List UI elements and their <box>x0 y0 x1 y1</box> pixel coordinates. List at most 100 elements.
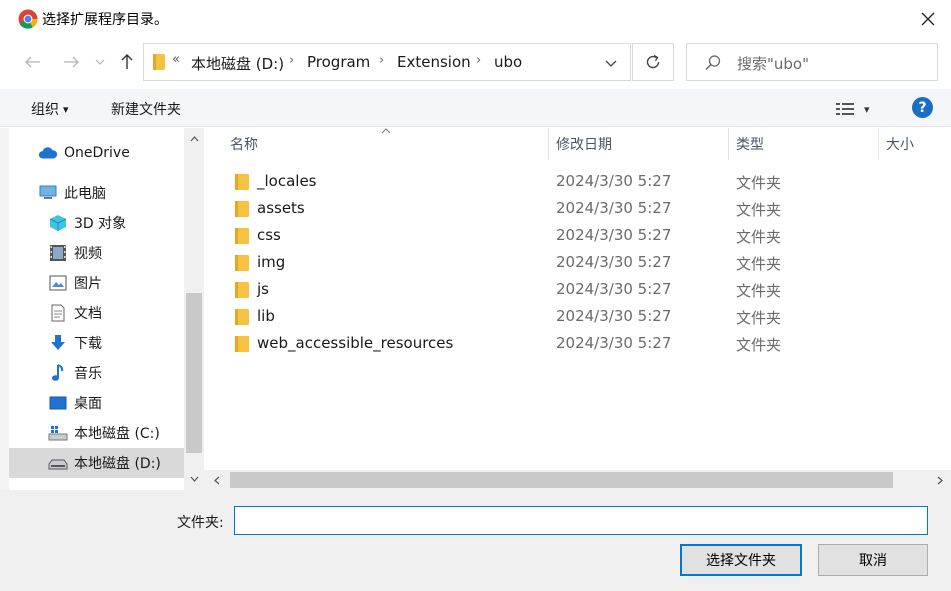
scroll-up-button[interactable] <box>184 130 204 148</box>
desktop-icon <box>48 393 68 413</box>
folder-icon <box>235 255 249 271</box>
sidebar-item-videos[interactable]: 视频 <box>9 238 184 268</box>
computer-icon <box>38 183 58 203</box>
file-type: 文件夹 <box>736 228 782 246</box>
dialog-footer: 文件夹: 选择文件夹 取消 <box>0 490 951 591</box>
chrome-icon <box>18 9 38 29</box>
column-header-type[interactable]: 类型 <box>736 128 764 160</box>
breadcrumb-ubo[interactable]: ubo <box>494 53 522 71</box>
scroll-right-button[interactable] <box>931 470 949 490</box>
file-name: lib <box>257 307 275 325</box>
file-type: 文件夹 <box>736 201 782 219</box>
new-folder-button[interactable]: 新建文件夹 <box>111 99 181 119</box>
refresh-button[interactable] <box>632 43 674 81</box>
table-row[interactable]: img 2024/3/30 5:27 文件夹 <box>224 250 781 277</box>
sidebar-item-music[interactable]: 音乐 <box>9 358 184 388</box>
organize-button[interactable]: 组织 ▾ <box>31 99 69 119</box>
file-list: 名称 修改日期 类型 大小 _locales 2024/3/30 5:27 文件… <box>204 128 951 490</box>
table-row[interactable]: css 2024/3/30 5:27 文件夹 <box>224 223 781 250</box>
close-button[interactable] <box>905 2 951 36</box>
file-type: 文件夹 <box>736 255 782 273</box>
select-folder-button[interactable]: 选择文件夹 <box>680 544 802 576</box>
sidebar-item-pictures[interactable]: 图片 <box>9 268 184 298</box>
column-header-name[interactable]: 名称 <box>230 128 258 160</box>
folder-icon <box>153 54 165 70</box>
breadcrumb-extension[interactable]: Extension <box>397 53 471 71</box>
file-type: 文件夹 <box>736 282 782 300</box>
file-modified: 2024/3/30 5:27 <box>556 172 672 190</box>
chevron-right-icon <box>937 476 943 484</box>
table-row[interactable]: lib 2024/3/30 5:27 文件夹 <box>224 304 781 331</box>
address-dropdown-button[interactable] <box>602 54 620 72</box>
file-type: 文件夹 <box>736 336 782 354</box>
breadcrumb-separator[interactable]: › <box>379 53 384 68</box>
view-options-button[interactable]: ▾ <box>836 99 876 119</box>
music-icon <box>48 363 68 383</box>
back-button[interactable] <box>20 46 46 78</box>
table-row[interactable]: web_accessible_resources 2024/3/30 5:27 … <box>224 331 781 358</box>
sidebar-item-onedrive[interactable]: OneDrive <box>9 138 184 168</box>
document-icon <box>48 303 68 323</box>
drive-d-icon <box>48 453 68 473</box>
sidebar-item-label: 本地磁盘 (C:) <box>74 426 160 442</box>
breadcrumb-drive-d[interactable]: 本地磁盘 (D:) <box>191 53 284 74</box>
title-bar: 选择扩展程序目录。 <box>0 0 951 38</box>
sidebar-item-desktop[interactable]: 桌面 <box>9 388 184 418</box>
scroll-thumb[interactable] <box>186 293 202 453</box>
column-divider[interactable] <box>878 128 879 160</box>
sidebar-item-downloads[interactable]: 下载 <box>9 328 184 358</box>
chevron-down-icon <box>190 476 198 482</box>
table-row[interactable]: assets 2024/3/30 5:27 文件夹 <box>224 196 781 223</box>
breadcrumb-separator[interactable]: › <box>476 53 481 68</box>
column-header-modified[interactable]: 修改日期 <box>556 128 612 160</box>
sidebar-item-label: 音乐 <box>74 366 102 382</box>
sidebar-item-label: 图片 <box>74 276 102 292</box>
up-button[interactable] <box>115 46 139 78</box>
address-overflow[interactable]: « <box>172 52 180 67</box>
sidebar-item-3d-objects[interactable]: 3D 对象 <box>9 208 184 238</box>
file-modified: 2024/3/30 5:27 <box>556 334 672 352</box>
folder-name-input[interactable] <box>234 506 928 535</box>
address-bar[interactable]: « 本地磁盘 (D:) › Program › Extension › ubo <box>143 43 631 81</box>
file-name: assets <box>257 199 305 217</box>
column-header-size[interactable]: 大小 <box>886 128 914 160</box>
sidebar-item-documents[interactable]: 文档 <box>9 298 184 328</box>
picture-icon <box>48 273 68 293</box>
sidebar-item-this-pc[interactable]: 此电脑 <box>9 178 184 208</box>
file-name: css <box>257 226 281 244</box>
caret-down-icon: ▾ <box>864 102 870 116</box>
horizontal-scrollbar[interactable] <box>204 470 951 490</box>
file-type: 文件夹 <box>736 309 782 327</box>
cancel-button[interactable]: 取消 <box>818 544 928 576</box>
table-row[interactable]: js 2024/3/30 5:27 文件夹 <box>224 277 781 304</box>
sidebar-item-label: 下载 <box>74 336 102 352</box>
drive-c-icon <box>48 423 68 443</box>
table-row[interactable]: _locales 2024/3/30 5:27 文件夹 <box>224 169 781 196</box>
file-name: img <box>257 253 286 271</box>
arrow-up-icon <box>121 54 133 69</box>
forward-button[interactable] <box>58 46 84 78</box>
sidebar-item-drive-d[interactable]: 本地磁盘 (D:) <box>9 448 184 478</box>
column-divider[interactable] <box>548 128 549 160</box>
sort-ascending-icon <box>381 126 391 137</box>
folder-icon <box>235 309 249 325</box>
sidebar-item-drive-c[interactable]: 本地磁盘 (C:) <box>9 418 184 448</box>
cloud-icon <box>38 143 58 163</box>
breadcrumb-separator[interactable]: › <box>289 53 294 68</box>
arrow-right-icon <box>64 56 79 68</box>
help-button[interactable]: ? <box>912 97 933 118</box>
file-name: web_accessible_resources <box>257 334 454 352</box>
chevron-down-icon <box>95 59 105 65</box>
breadcrumb-program[interactable]: Program <box>307 53 370 71</box>
scroll-down-button[interactable] <box>184 470 204 488</box>
refresh-icon <box>646 54 660 69</box>
scroll-thumb[interactable] <box>230 472 893 488</box>
window-title: 选择扩展程序目录。 <box>42 12 168 28</box>
search-field[interactable]: 搜索"ubo" <box>686 43 938 81</box>
recent-locations-button[interactable] <box>92 46 108 78</box>
organize-label: 组织 <box>31 102 59 118</box>
scroll-left-button[interactable] <box>208 470 226 490</box>
navigation-scrollbar[interactable] <box>184 128 204 490</box>
chevron-down-icon <box>605 60 617 67</box>
column-divider[interactable] <box>728 128 729 160</box>
